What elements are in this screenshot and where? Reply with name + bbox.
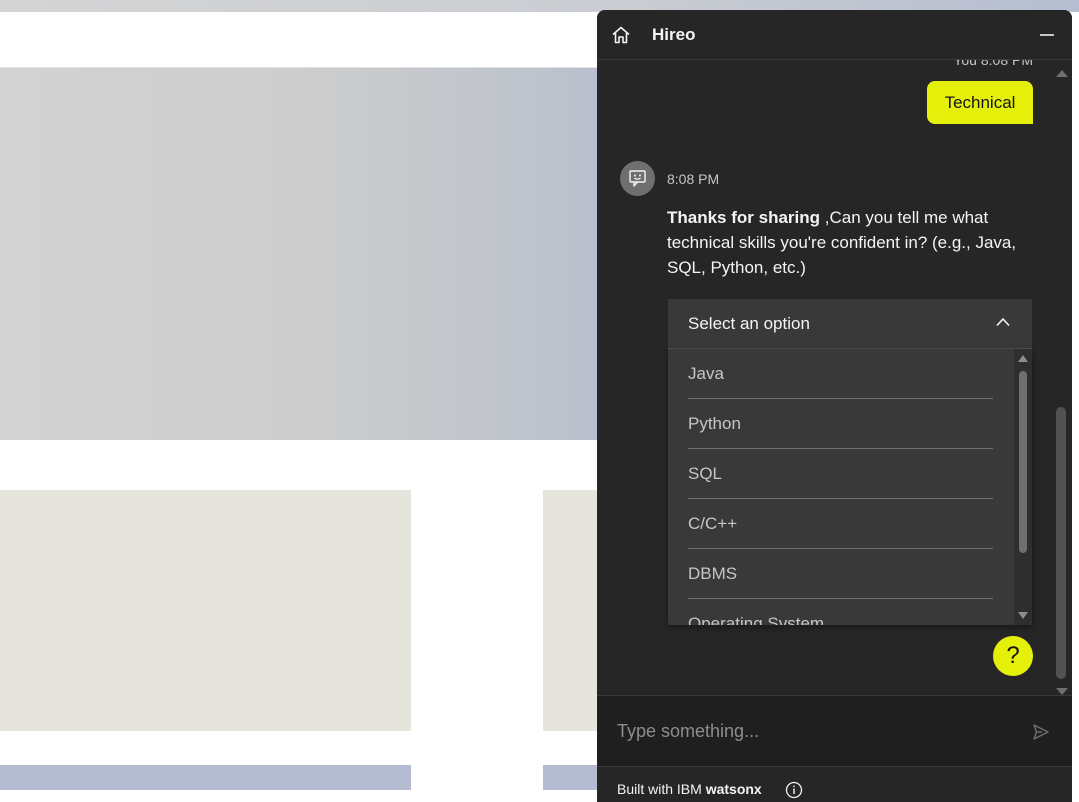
bot-avatar-icon <box>629 170 646 187</box>
background-card <box>0 490 411 731</box>
bot-avatar <box>620 161 655 196</box>
home-icon[interactable] <box>611 25 631 45</box>
background-card-footer <box>543 765 603 790</box>
option-label: DBMS <box>688 564 738 583</box>
option-python[interactable]: Python <box>688 399 993 449</box>
option-dbms[interactable]: DBMS <box>688 549 993 599</box>
chat-widget: Hireo You 8:08 PM Technical 8:08 PM Than… <box>597 10 1072 802</box>
background-card <box>543 490 603 731</box>
background-card-footer <box>0 765 411 790</box>
option-label: Python <box>688 414 741 433</box>
dropdown-scrollbar[interactable] <box>1014 349 1032 625</box>
scroll-down-icon[interactable] <box>1018 612 1028 619</box>
scroll-down-icon[interactable] <box>1056 688 1068 695</box>
chevron-up-icon <box>996 317 1010 327</box>
footer-text: Built with IBM watsonx <box>617 781 762 797</box>
option-sql[interactable]: SQL <box>688 449 993 499</box>
chat-footer: Built with IBM watsonx <box>597 766 1072 802</box>
message-input-area <box>597 695 1072 766</box>
dropdown-toggle[interactable]: Select an option <box>668 299 1032 349</box>
footer-brand: watsonx <box>705 781 762 797</box>
scroll-up-icon[interactable] <box>1018 355 1028 362</box>
option-java[interactable]: Java <box>688 349 993 399</box>
background-header <box>0 12 600 68</box>
background-hero-image <box>0 68 600 440</box>
dropdown-options: Java Python SQL C/C++ DBMS Operating Sys… <box>668 349 1032 625</box>
dropdown-placeholder: Select an option <box>688 314 810 333</box>
option-label: Java <box>688 364 724 383</box>
option-label: C/C++ <box>688 514 738 533</box>
info-icon[interactable] <box>785 781 803 799</box>
option-label: SQL <box>688 464 723 483</box>
help-button[interactable]: ? <box>993 636 1033 676</box>
minimize-icon[interactable] <box>1040 34 1054 36</box>
message-input[interactable] <box>617 718 1017 744</box>
bot-message-text: Thanks for sharing ,Can you tell me what… <box>667 205 1017 280</box>
footer-prefix: Built with IBM <box>617 781 702 797</box>
chat-scroll-thumb[interactable] <box>1056 407 1066 679</box>
option-operating-system[interactable]: Operating System <box>688 599 993 625</box>
send-icon[interactable] <box>1032 723 1050 741</box>
scroll-up-icon[interactable] <box>1056 70 1068 77</box>
bot-message-time: 8:08 PM <box>667 171 720 187</box>
user-message-bubble: Technical <box>927 81 1033 124</box>
option-c-cpp[interactable]: C/C++ <box>688 499 993 549</box>
skills-dropdown: Select an option Java Python SQL C/C++ D… <box>668 299 1032 625</box>
bot-message-bold: Thanks for sharing <box>667 208 821 227</box>
chat-title: Hireo <box>652 25 696 44</box>
chat-scrollbar[interactable] <box>1054 70 1068 695</box>
dropdown-scroll-thumb[interactable] <box>1019 371 1027 553</box>
user-message-meta: You 8:08 PM <box>953 60 1033 68</box>
option-label: Operating System <box>688 614 825 625</box>
message-list: You 8:08 PM Technical 8:08 PM Thanks for… <box>597 60 1072 695</box>
chat-header: Hireo <box>597 10 1072 60</box>
